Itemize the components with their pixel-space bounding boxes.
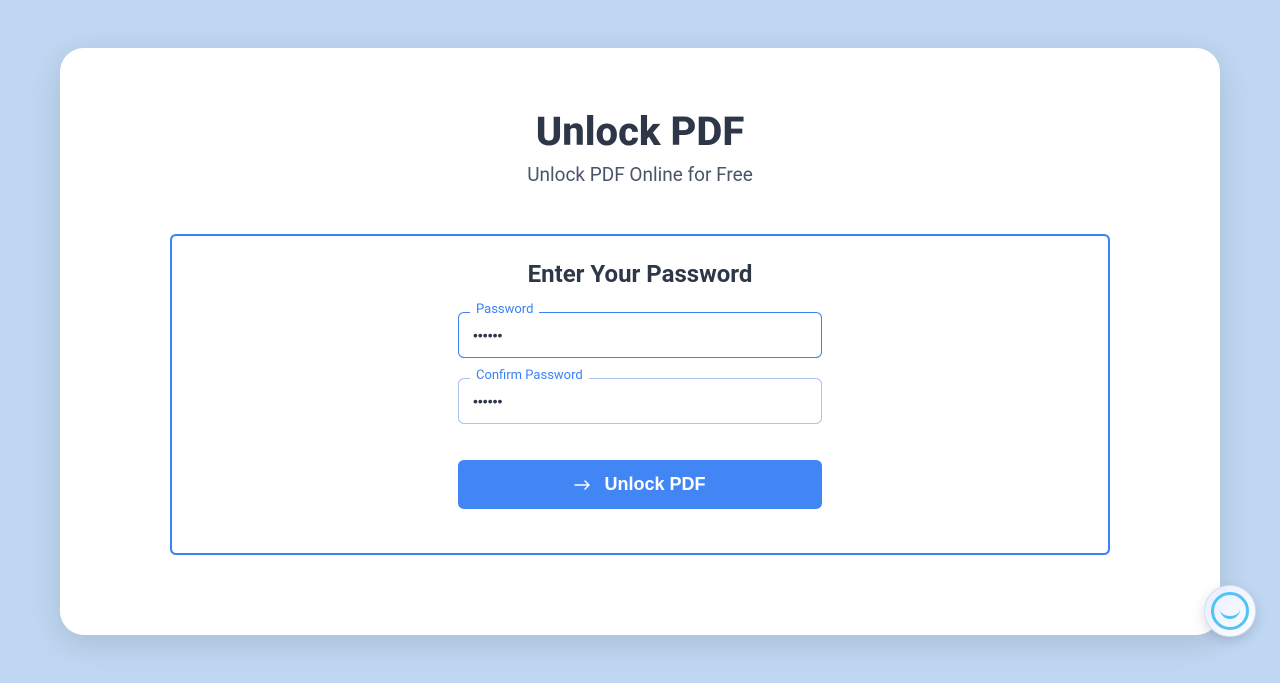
page-subtitle: Unlock PDF Online for Free [140,163,1140,186]
chat-widget-button[interactable] [1204,585,1256,637]
page-title: Unlock PDF [140,108,1140,155]
confirm-password-input[interactable] [458,378,822,424]
unlock-pdf-button[interactable]: Unlock PDF [458,460,822,509]
chat-widget-smile-icon [1211,592,1249,630]
password-field-wrapper: Password [458,312,822,358]
confirm-password-label: Confirm Password [470,368,589,383]
arrow-right-icon [574,479,592,491]
unlock-button-label: Unlock PDF [604,474,705,495]
form-title: Enter Your Password [212,260,1068,288]
main-card: Unlock PDF Unlock PDF Online for Free En… [60,48,1220,635]
password-label: Password [470,302,539,317]
password-input[interactable] [458,312,822,358]
confirm-password-field-wrapper: Confirm Password [458,378,822,424]
password-form-box: Enter Your Password Password Confirm Pas… [170,234,1110,555]
